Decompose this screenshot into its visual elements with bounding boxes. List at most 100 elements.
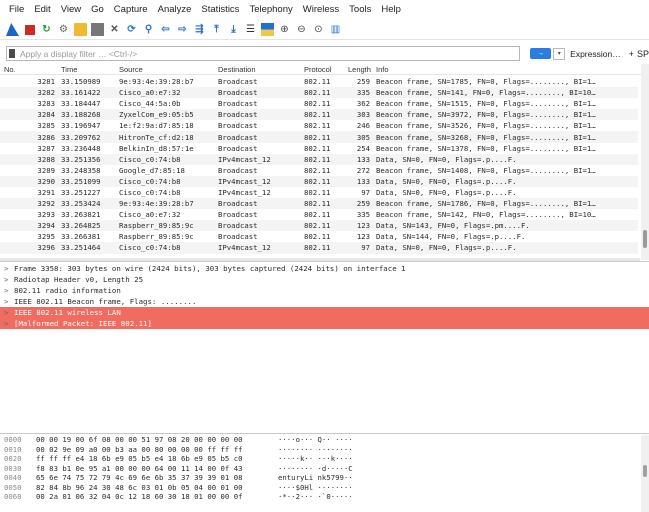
packet-row[interactable]: 3287 33.236448 BelkinIn_d8:57:1e Broadcast 8… — [0, 143, 638, 154]
packet-row[interactable]: 3294 33.264825 Raspberr_89:85:9c Broadcast 8… — [0, 220, 638, 232]
packet-protocol: 802.11 — [304, 121, 331, 131]
options-icon[interactable]: ⚙ — [57, 23, 70, 36]
expression-button[interactable]: Expression… — [570, 49, 621, 59]
autoscroll-icon[interactable]: ☰ — [244, 23, 257, 36]
stop-icon[interactable] — [23, 23, 36, 36]
scrollbar-thumb[interactable] — [643, 230, 647, 248]
column-header-no[interactable]: No. — [0, 64, 58, 74]
column-header-time[interactable]: Time — [58, 64, 119, 74]
pane-divider-bytes[interactable] — [0, 433, 649, 434]
bytes-pane-scrollbar[interactable] — [641, 435, 649, 512]
packet-row[interactable]: 3281 33.150989 9e:93:4e:39:28:b7 Broadcast 8… — [0, 76, 638, 87]
last-packet-icon[interactable]: ⤓ — [227, 23, 240, 36]
menu-view[interactable]: View — [61, 4, 81, 15]
expand-arrow-icon[interactable]: > — [4, 275, 14, 284]
hex-row[interactable]: 0020 ff ff ff e4 18 6b e9 05 b5 e4 18 6b … — [0, 454, 640, 464]
packet-row[interactable]: 3286 33.209762 HitronTe_cf:d2:18 Broadcast 8… — [0, 131, 638, 143]
packet-bytes-pane[interactable]: 0000 00 00 19 00 6f 08 00 00 51 97 08 20 … — [0, 435, 640, 512]
hex-offset: 0030 — [4, 463, 22, 473]
packet-row[interactable]: 3293 33.263821 Cisco_a0:e7:32 Broadcast 802.… — [0, 209, 638, 220]
menu-tools[interactable]: Tools — [349, 4, 371, 15]
bookmark-icon[interactable] — [9, 49, 15, 58]
column-header-info[interactable]: Info — [376, 64, 389, 74]
packet-row[interactable]: 3283 33.184447 Cisco_44:5a:0b Broadcast 802.… — [0, 98, 638, 109]
menu-file[interactable]: File — [9, 4, 24, 15]
apply-filter-button[interactable]: → — [529, 48, 552, 59]
expand-arrow-icon[interactable]: > — [4, 308, 14, 317]
packet-row[interactable]: 3285 33.196947 1e:f2:9a:d7:85:18 Broadcast 8… — [0, 120, 638, 131]
packet-row[interactable]: 3289 33.248358 Google_d7:85:18 Broadcast 802… — [0, 165, 638, 176]
menu-analyze[interactable]: Analyze — [158, 4, 192, 15]
packet-length: 305 — [356, 132, 370, 142]
pane-divider[interactable] — [0, 261, 649, 262]
packet-length: 133 — [356, 176, 370, 186]
zoom-in-icon[interactable]: ⊕ — [278, 23, 291, 36]
detail-tree-item[interactable]: >802.11 radio information — [0, 285, 649, 296]
packet-number: 3288 — [37, 154, 55, 164]
packet-row[interactable]: 3295 33.266381 Raspberr_89:85:9c Broadcast 8… — [0, 231, 638, 242]
packet-list-scrollbar[interactable] — [641, 64, 649, 260]
menu-edit[interactable]: Edit — [34, 4, 50, 15]
expand-arrow-icon[interactable]: > — [4, 264, 14, 273]
menu-telephony[interactable]: Telephony — [249, 4, 292, 15]
detail-tree-item[interactable]: > Frame 3358: 303 bytes on wire (2424 bit… — [0, 263, 649, 274]
packet-time: 33.251356 — [61, 154, 101, 164]
packet-source: Cisco_a0:e7:32 — [119, 210, 181, 220]
packet-row[interactable]: 3292 33.253424 9e:93:4e:39:28:b7 Broadcast 8… — [0, 198, 638, 210]
column-header-length[interactable]: Length — [348, 64, 376, 74]
menu-go[interactable]: Go — [91, 4, 104, 15]
zoom-out-icon[interactable]: ⊖ — [295, 23, 308, 36]
packet-row[interactable]: 3284 33.188268 ZyxelCom_e9:05:b5 Broadcast 8… — [0, 109, 638, 121]
detail-tree-item[interactable]: > IEEE 802.11 Beacon frame, Flags: ......… — [0, 296, 649, 307]
menu-help[interactable]: Help — [381, 4, 401, 15]
display-filter-input[interactable]: Apply a display filter … <Ctrl-/> — [6, 46, 520, 61]
packet-time: 33.184447 — [61, 99, 101, 109]
detail-tree-item[interactable]: > IEEE 802.11 wireless LAN — [0, 307, 649, 318]
detail-tree-item[interactable]: > [Malformed Packet: IEEE 802.11] — [0, 318, 649, 329]
hex-row[interactable]: 0040 65 6e 74 75 72 79 4c 69 6e 6b 35 37 … — [0, 473, 640, 483]
restart-icon[interactable]: ↻ — [40, 23, 53, 36]
packet-row[interactable]: 3291 33.251227 Cisco_c0:74:b8 IPv4mcast_12 8… — [0, 187, 638, 198]
menu-statistics[interactable]: Statistics — [201, 4, 239, 15]
expand-arrow-icon[interactable]: > — [4, 286, 14, 295]
packet-number: 3291 — [37, 187, 55, 197]
column-header-destination[interactable]: Destination — [218, 64, 304, 74]
back-icon[interactable]: ⇦ — [159, 23, 172, 36]
expand-arrow-icon[interactable]: > — [4, 319, 14, 328]
shark-fin-icon[interactable] — [6, 23, 19, 36]
find-icon[interactable]: ⚲ — [142, 23, 155, 36]
filter-history-dropdown[interactable]: ▾ — [553, 47, 566, 60]
hex-row[interactable]: 0030 f8 83 b1 0e 95 a1 00 00 00 64 00 11 … — [0, 464, 640, 474]
reload-icon[interactable]: ⟳ — [125, 23, 138, 36]
zoom-normal-icon[interactable]: ⊙ — [312, 23, 325, 36]
forward-icon[interactable]: ⇨ — [176, 23, 189, 36]
column-header-source[interactable]: Source — [119, 64, 218, 74]
first-packet-icon[interactable]: ⤒ — [210, 23, 223, 36]
detail-tree-item[interactable]: > Radiotap Header v0, Length 25 — [0, 274, 649, 285]
packet-row[interactable]: 3282 33.161422 Cisco_a0:e7:32 Broadcast 802.… — [0, 87, 638, 99]
packet-destination: Broadcast — [218, 165, 258, 175]
menu-capture[interactable]: Capture — [114, 4, 148, 15]
packet-list[interactable]: 3281 33.150989 9e:93:4e:39:28:b7 Broadcast 8… — [0, 76, 638, 260]
hex-row[interactable]: 0010 00 02 9e 09 a0 00 b3 aa 00 80 00 00 … — [0, 445, 640, 455]
colorize-icon[interactable] — [261, 23, 274, 36]
packet-number: 3296 — [37, 243, 55, 253]
close-file-icon[interactable]: ✕ — [108, 23, 121, 36]
packet-row[interactable]: 3296 33.251464 Cisco_c0:74:b8 IPv4mcast_12 8… — [0, 242, 638, 254]
go-to-packet-icon[interactable]: ⇶ — [193, 23, 206, 36]
add-filter-button[interactable]: + SP — [629, 49, 649, 59]
packet-row[interactable]: 3290 33.251099 Cisco_c0:74:b8 IPv4mcast_12 8… — [0, 175, 638, 187]
expand-arrow-icon[interactable]: > — [4, 297, 14, 306]
detail-text: [Malformed Packet: IEEE 802.11] — [14, 319, 152, 328]
scrollbar-thumb[interactable] — [643, 465, 647, 477]
hex-row[interactable]: 0000 00 00 19 00 6f 08 00 00 51 97 08 20 … — [0, 435, 640, 445]
packet-row[interactable]: 3288 33.251356 Cisco_c0:74:b8 IPv4mcast_12 8… — [0, 153, 638, 165]
column-header-protocol[interactable]: Protocol — [304, 64, 348, 74]
packet-details-tree[interactable]: > Frame 3358: 303 bytes on wire (2424 bit… — [0, 263, 649, 431]
menu-wireless[interactable]: Wireless — [303, 4, 339, 15]
hex-row[interactable]: 0050 82 84 8b 96 24 30 48 6c 03 01 0b 05 … — [0, 483, 640, 493]
resize-columns-icon[interactable]: ▥ — [329, 23, 342, 36]
hex-row[interactable]: 0060 00 2a 01 06 32 04 0c 12 18 60 30 18 … — [0, 492, 640, 502]
open-icon[interactable] — [74, 23, 87, 36]
save-icon[interactable] — [91, 23, 104, 36]
